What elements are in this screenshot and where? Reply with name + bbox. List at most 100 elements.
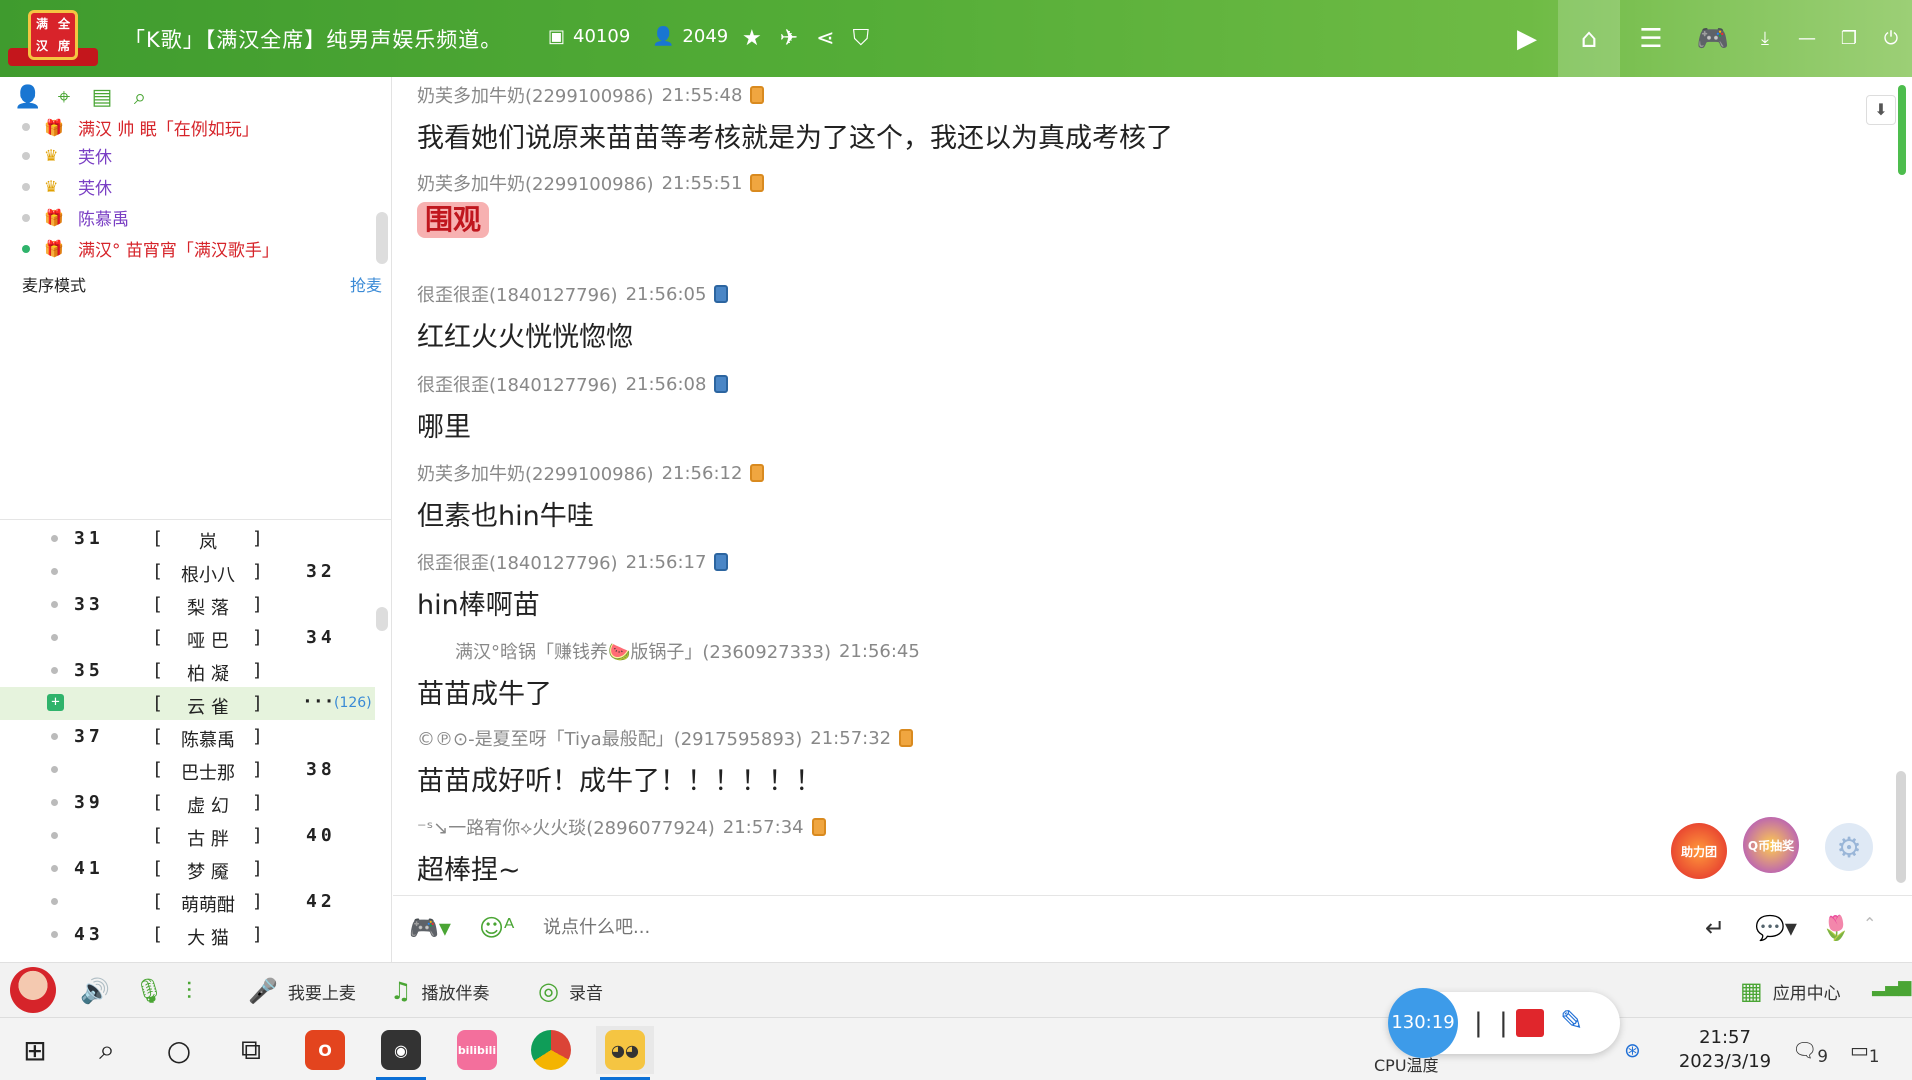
member-item[interactable]: 🎁 陈慕禹 [22, 205, 129, 230]
message-input[interactable] [543, 917, 1243, 938]
notes-icon[interactable]: ▤ [90, 85, 114, 110]
mic-row[interactable]: [哑 巴] 34 [0, 621, 375, 654]
bottom-toolbar: 🔊 🎙 ⫶ 🎤 我要上麦 ♫ 播放伴奏 ◎ 录音 ▦ 应用中心 ▂▄▆ [0, 962, 1912, 1017]
action-center-icon[interactable]: ▭1 [1850, 1038, 1880, 1066]
settings-gear-icon[interactable]: ⚙ [1825, 823, 1873, 871]
location-icon[interactable]: ⌖ [52, 85, 76, 110]
home-icon[interactable]: ⌂ [1558, 0, 1620, 77]
support-team-icon[interactable]: 助力团 [1671, 823, 1727, 879]
seat-number-left: 37 [74, 726, 104, 747]
download-icon[interactable]: ⤓ [1744, 0, 1786, 77]
chrome-icon[interactable] [522, 1026, 580, 1074]
office-icon[interactable]: O [296, 1026, 354, 1074]
stop-icon[interactable] [1516, 1009, 1544, 1037]
pen-icon[interactable]: ✎ [1560, 1004, 1583, 1037]
seat-number-right: 42 [306, 891, 336, 912]
chat-scroll-indicator[interactable] [1898, 85, 1906, 175]
video-icon[interactable]: ▶ [1496, 0, 1558, 77]
search-icon[interactable]: ⌕ [78, 1026, 136, 1074]
gift-icon: 🎁 [44, 208, 64, 227]
system-clock[interactable]: 21:57 2023/3/19 [1670, 1026, 1780, 1074]
shield-icon[interactable]: ⛉ [853, 26, 870, 51]
plane-icon[interactable]: ✈ [780, 26, 798, 51]
chevron-up-icon[interactable]: ⌃ [1863, 914, 1876, 933]
message-time: 21:56:45 [838, 640, 920, 662]
yy-voice-app-icon[interactable]: ◕◕ [596, 1026, 654, 1080]
mic-row[interactable]: +[云 雀] ··· (126) [0, 687, 375, 720]
ime-icon[interactable]: ⊛ [1624, 1038, 1641, 1062]
game-emoji-icon[interactable]: 🎮▾ [409, 914, 451, 942]
mic-list-scrollbar[interactable] [376, 607, 388, 631]
channel-logo[interactable]: 满 全 汉 席 [8, 8, 98, 70]
mic-row[interactable]: 39[虚 幻] [0, 786, 375, 819]
signal-icon: ▂▄▆ [1872, 977, 1912, 997]
app-center-button[interactable]: ▦ 应用中心 [1740, 977, 1841, 1005]
member-item[interactable]: ♛ 芙休 [22, 174, 112, 199]
robot-app-icon[interactable]: ◉ [372, 1026, 430, 1080]
mic-row[interactable]: 31[岚] [0, 522, 375, 555]
sender-name[interactable]: 很歪很歪(1840127796) [417, 549, 618, 575]
minimize-icon[interactable]: — [1786, 0, 1828, 77]
task-view-icon[interactable]: ⧉ [222, 1026, 280, 1074]
online-count: 👤 2049 [652, 26, 729, 47]
restore-icon[interactable]: ❐ [1828, 0, 1870, 77]
mic-row[interactable]: 35[柏 凝] [0, 654, 375, 687]
windows-start-icon[interactable]: ⊞ [6, 1026, 64, 1074]
mic-row[interactable]: [巴士那] 38 [0, 753, 375, 786]
sender-name[interactable]: 奶芙多加牛奶(2299100986) [417, 460, 654, 486]
user-icon[interactable]: 👤 [14, 85, 41, 110]
sender-name[interactable]: 很歪很歪(1840127796) [417, 371, 618, 397]
bilibili-icon[interactable]: bilibili [448, 1026, 506, 1074]
sender-name[interactable]: 很歪很歪(1840127796) [417, 281, 618, 307]
mic-row[interactable]: 43[大 猫] [0, 918, 375, 951]
message-text: 苗苗成好听！成牛了！！！！！！ [417, 766, 822, 797]
list-icon[interactable]: ☰ [1620, 0, 1682, 77]
search-icon[interactable]: ⌕ [128, 85, 152, 110]
mic-button[interactable]: 🎙 [134, 977, 164, 1005]
member-item[interactable]: ♛ 芙休 [22, 143, 112, 168]
font-style-icon[interactable]: ☺ᴬ [479, 914, 514, 942]
pause-icon[interactable]: | | [1474, 1008, 1512, 1038]
lottery-icon[interactable]: Q币抽奖 [1743, 817, 1799, 873]
speaker-button[interactable]: 🔊 [80, 977, 110, 1005]
cortana-icon[interactable]: ○ [150, 1026, 208, 1074]
add-icon[interactable]: + [47, 694, 64, 711]
device-icon [750, 86, 765, 104]
flower-gift-icon[interactable]: 🌷 [1821, 914, 1851, 942]
member-list-scrollbar[interactable] [376, 212, 388, 264]
grab-mic-link[interactable]: 抢麦 [350, 272, 382, 296]
seat-dot [51, 601, 58, 608]
chat-message: ⁻ˢ↘一路宥你⟡火火琰(2896077924) 21:57:34 超棒捏~ [417, 814, 826, 887]
mic-row[interactable]: 33[梨 落] [0, 588, 375, 621]
member-item[interactable]: 🎁 满汉 帅 眠「在例如玩」 [22, 117, 259, 137]
mixer-button[interactable]: ⫶ [186, 977, 192, 1005]
close-icon[interactable]: ⏻ [1870, 0, 1912, 77]
mic-up-button[interactable]: 🎤 我要上麦 [248, 977, 356, 1005]
member-item[interactable]: 🎁 满汉° 苗宵宵「满汉歌手」 [22, 236, 279, 261]
avatar[interactable] [10, 967, 56, 1013]
send-enter-icon[interactable]: ↵ [1705, 914, 1725, 942]
mic-row[interactable]: 41[梦 魇] [0, 852, 375, 885]
sender-name[interactable]: 奶芙多加牛奶(2299100986) [417, 82, 654, 108]
chat-area: 奶芙多加牛奶(2299100986) 21:55:48 我看她们说原来苗苗等考核就是… [393, 77, 1912, 895]
sender-name[interactable]: 满汉°晗锅「赚钱养🍉版锅子」(2360927333) [455, 638, 831, 664]
mic-row[interactable]: [古 胖] 40 [0, 819, 375, 852]
sender-name[interactable]: ©℗⊙-是夏至呀「Tiya最般配」(2917595893) [417, 725, 802, 751]
sender-name[interactable]: ⁻ˢ↘一路宥你⟡火火琰(2896077924) [417, 814, 715, 840]
sender-name[interactable]: 奶芙多加牛奶(2299100986) [417, 170, 654, 196]
mic-row[interactable]: 37[陈慕禹] [0, 720, 375, 753]
star-icon[interactable]: ★ [742, 26, 762, 51]
gamepad-icon[interactable]: 🎮 [1682, 0, 1744, 77]
chat-scrollbar[interactable] [1896, 771, 1906, 883]
seat-name: 梨 落 [187, 598, 229, 619]
share-icon[interactable]: ⋖ [816, 26, 834, 51]
scroll-down-icon[interactable]: ⬇ [1866, 95, 1896, 125]
more-icon[interactable]: ··· [302, 691, 335, 712]
accompany-button[interactable]: ♫ 播放伴奏 [390, 977, 490, 1005]
notification-icon[interactable]: 🗨9 [1792, 1038, 1828, 1066]
mic-row[interactable]: [根小八] 32 [0, 555, 375, 588]
id-icon: ▣ [548, 26, 566, 47]
chat-bubble-icon[interactable]: 💬▾ [1755, 914, 1797, 942]
record-button[interactable]: ◎ 录音 [538, 977, 603, 1005]
mic-row[interactable]: [萌萌酣] 42 [0, 885, 375, 918]
